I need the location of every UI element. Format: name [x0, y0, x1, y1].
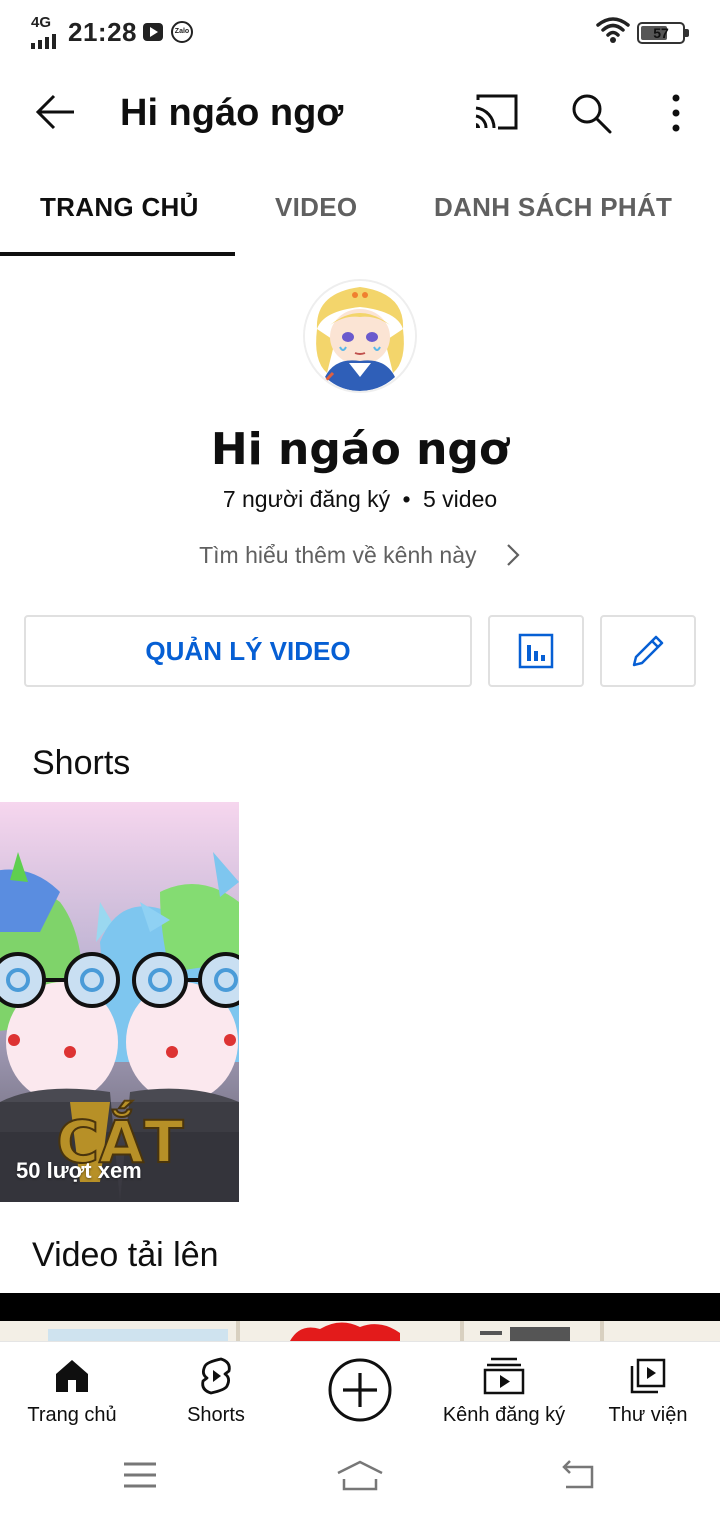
stats-separator: • [402, 486, 411, 512]
nav-item-library[interactable]: Thư viện [600, 1342, 696, 1442]
shorts-section-title: Shorts [32, 744, 131, 782]
video-thumbnail-strip[interactable] [0, 1293, 720, 1341]
shorts-icon [201, 1357, 231, 1395]
status-time: 21:28 [68, 17, 137, 47]
zalo-notification-icon: Zalo [171, 21, 193, 43]
channel-avatar[interactable] [303, 279, 417, 393]
nav-item-subscriptions[interactable]: Kênh đăng ký [436, 1342, 572, 1442]
bottom-navigation: Trang chủ Shorts Kênh đăng ký Thư viện [0, 1341, 720, 1441]
cast-icon[interactable] [472, 92, 520, 134]
analytics-button[interactable] [488, 615, 584, 687]
search-icon[interactable] [568, 90, 614, 136]
subscriptions-icon [483, 1357, 525, 1395]
status-bar: 4G 21:28 Zalo 57 [0, 0, 720, 66]
subscriber-count: 7 người đăng ký [222, 486, 391, 512]
home-icon [56, 1360, 88, 1392]
app-bar: Hi ngáo ngơ [0, 72, 720, 156]
signal-icon: 4G [31, 14, 61, 49]
chevron-right-icon [507, 544, 520, 566]
video-thumbnail [0, 1321, 720, 1341]
video-count: 5 video [422, 486, 498, 512]
page-title: Hi ngáo ngơ [120, 92, 344, 134]
short-video-card[interactable]: CẮT 50 lượt xem [0, 802, 239, 1202]
channel-stats: 7 người đăng ký • 5 video [0, 486, 720, 513]
short-view-count: 50 lượt xem [16, 1158, 142, 1183]
back-button-icon[interactable] [560, 1459, 598, 1493]
more-vertical-icon[interactable] [664, 92, 688, 134]
back-arrow-icon[interactable] [30, 90, 82, 134]
battery-icon: 57 [637, 22, 689, 44]
library-icon [630, 1358, 666, 1394]
nav-label-home: Trang chủ [27, 1404, 117, 1426]
tab-home[interactable]: TRANG CHỦ [40, 192, 199, 223]
nav-label-shorts: Shorts [187, 1404, 245, 1426]
wifi-icon [596, 17, 630, 43]
youtube-notification-icon [143, 23, 163, 41]
battery-level: 57 [653, 25, 669, 41]
menu-icon[interactable] [122, 1459, 158, 1491]
channel-about-link[interactable]: Tìm hiểu thêm về kênh này [0, 542, 720, 569]
create-button[interactable] [322, 1342, 398, 1442]
tab-videos[interactable]: VIDEO [275, 192, 357, 223]
home-button-icon[interactable] [336, 1459, 384, 1493]
channel-name: Hi ngáo ngơ [210, 424, 510, 475]
pencil-icon [632, 635, 664, 667]
create-plus-icon [328, 1358, 392, 1422]
nav-label-subscriptions: Kênh đăng ký [442, 1404, 566, 1426]
short-thumbnail: CẮT [0, 802, 239, 1202]
uploads-section-title: Video tải lên [32, 1236, 219, 1274]
nav-item-shorts[interactable]: Shorts [170, 1342, 262, 1442]
about-link-label: Tìm hiểu thêm về kênh này [199, 542, 477, 568]
network-type: 4G [31, 14, 52, 31]
channel-tabs: TRANG CHỦ VIDEO DANH SÁCH PHÁT [0, 170, 720, 256]
system-navigation [0, 1441, 720, 1520]
manage-videos-button[interactable]: QUẢN LÝ VIDEO [24, 615, 472, 687]
tab-playlists[interactable]: DANH SÁCH PHÁT [434, 192, 672, 223]
nav-item-home[interactable]: Trang chủ [18, 1342, 126, 1442]
nav-label-library: Thư viện [608, 1404, 688, 1426]
active-tab-indicator [0, 252, 235, 256]
analytics-icon [518, 633, 554, 669]
edit-channel-button[interactable] [600, 615, 696, 687]
